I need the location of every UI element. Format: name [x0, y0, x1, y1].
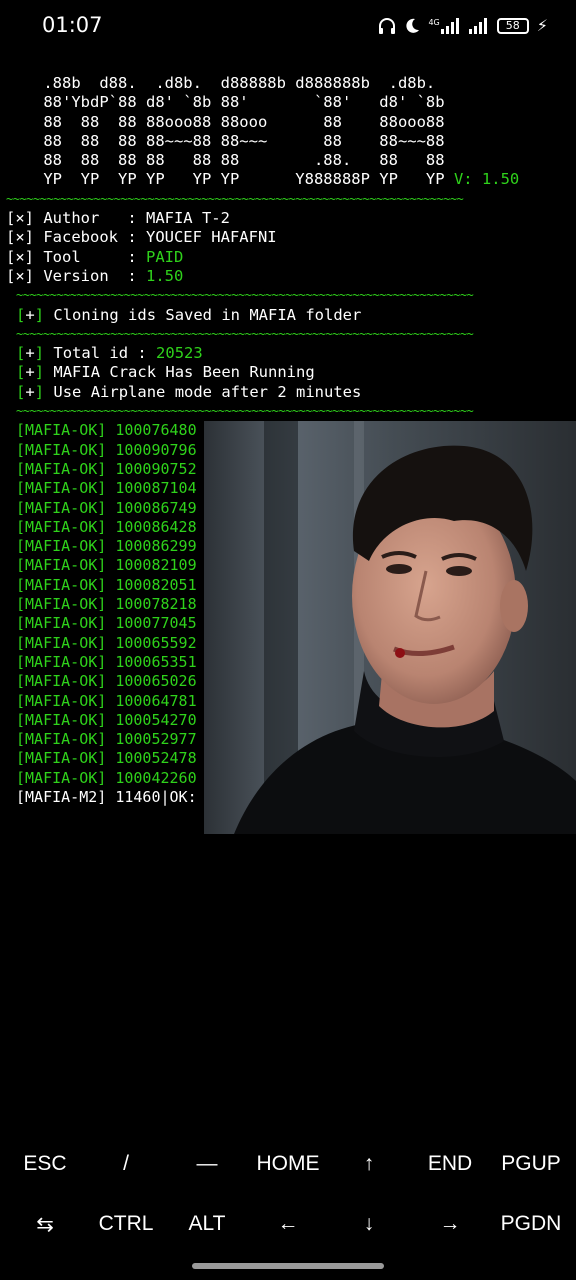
airplane-text: Use Airplane mode after 2 minutes [53, 382, 362, 401]
running-text: MAFIA Crack Has Been Running [53, 363, 315, 382]
status-bar: 01:07 4G 58 ⚡ [0, 0, 576, 52]
plus-sign: + [25, 344, 35, 363]
plus-sign: + [25, 305, 35, 324]
battery-icon: 58 [496, 18, 529, 34]
banner-line: 88 88 88 88ooo88 88ooo 88 88ooo88 [34, 112, 445, 131]
info-value: 1.50 [145, 266, 184, 285]
key-slash[interactable]: / [85, 1136, 167, 1192]
key-arrow-down[interactable]: ↓ [328, 1196, 410, 1252]
info-author: [×] Author : MAFIA T-2 [6, 209, 572, 228]
bracket: ] [34, 344, 45, 363]
total-label: Total id : [53, 344, 157, 363]
key-ctrl[interactable]: CTRL [85, 1196, 167, 1252]
separator: ~~~~~~~~~~~~~~~~~~~~~~~~~~~~~~~~~~~~~~~~… [6, 191, 464, 206]
info-value: PAID [145, 247, 184, 266]
status-time: 01:07 [42, 13, 103, 37]
key-end[interactable]: END [409, 1136, 491, 1192]
info-facebook: [×] Facebook : YOUCEF HAFAFNI [6, 228, 572, 247]
bracket: ] [34, 363, 45, 382]
key-arrow-up[interactable]: ↑ [328, 1136, 410, 1192]
bracket: [ [16, 363, 26, 382]
bracket: ] [34, 382, 45, 401]
bracket: [ [16, 305, 26, 324]
key-home[interactable]: HOME [247, 1136, 329, 1192]
charging-bolt-icon: ⚡ [536, 16, 548, 35]
portrait-image [204, 421, 576, 834]
separator: ~~~~~~~~~~~~~~~~~~~~~~~~~~~~~~~~~~~~~~~~… [16, 326, 474, 341]
info-key: [×] Author : [6, 209, 146, 228]
info-key: [×] Version : [6, 266, 146, 285]
info-key: [×] Facebook : [6, 228, 146, 247]
info-key: [×] Tool : [6, 247, 146, 266]
running-message: [+] MAFIA Crack Has Been Running [6, 363, 572, 382]
network-4g-icon: 4G [428, 18, 460, 34]
bracket: [ [16, 344, 26, 363]
total-value: 20523 [156, 344, 203, 363]
home-indicator[interactable] [192, 1263, 384, 1269]
moon-icon [404, 18, 420, 34]
airplane-message: [+] Use Airplane mode after 2 minutes [6, 383, 572, 402]
signal-icon [468, 18, 489, 34]
key-esc[interactable]: ESC [4, 1136, 86, 1192]
banner-line: YP YP YP YP YP YP Y888888P YP YP [34, 170, 454, 189]
key-arrow-left[interactable]: ← [247, 1196, 329, 1252]
key-alt[interactable]: ALT [166, 1196, 248, 1252]
info-value: YOUCEF HAFAFNI [145, 228, 277, 247]
saved-message: [+] Cloning ids Saved in MAFIA folder [6, 306, 572, 325]
info-tool: [×] Tool : PAID [6, 248, 572, 267]
banner-line: 88'YbdP`88 d8' `8b 88' `88' d8' `8b [34, 93, 445, 112]
separator: ~~~~~~~~~~~~~~~~~~~~~~~~~~~~~~~~~~~~~~~~… [16, 288, 474, 303]
banner-line: 88 88 88 88~~~88 88~~~ 88 88~~~88 [34, 131, 445, 150]
separator: ~~~~~~~~~~~~~~~~~~~~~~~~~~~~~~~~~~~~~~~~… [16, 404, 474, 419]
total-ids: [+] Total id : 20523 [6, 344, 572, 363]
info-version: [×] Version : 1.50 [6, 267, 572, 286]
extra-keys-bar: ESC / — HOME ↑ END PGUP ⇆ CTRL ALT ← ↓ →… [0, 1136, 576, 1260]
banner-line: 88 88 88 88 88 88 .88. 88 88 [34, 151, 445, 170]
key-pgup[interactable]: PGUP [490, 1136, 572, 1192]
ascii-banner: .88b d88. .d8b. d88888b d888888b .d8b. 8… [34, 74, 572, 190]
bracket: [ [16, 382, 26, 401]
status-icons: 4G 58 ⚡ [378, 14, 548, 38]
plus-sign: + [25, 382, 35, 401]
bracket: ] [34, 305, 45, 324]
banner-line: .88b d88. .d8b. d88888b d888888b .d8b. [34, 74, 445, 92]
network-type-label: 4G [428, 18, 440, 27]
key-tab[interactable]: ⇆ [4, 1196, 86, 1252]
version-tag: V: 1.50 [453, 170, 520, 189]
plus-sign: + [25, 363, 35, 382]
headphones-icon [378, 17, 396, 35]
saved-text: Cloning ids Saved in MAFIA folder [53, 305, 362, 324]
overlay-photo [204, 421, 576, 834]
key-pgdn[interactable]: PGDN [490, 1196, 572, 1252]
key-dash[interactable]: — [166, 1136, 248, 1192]
info-value: MAFIA T-2 [145, 209, 230, 228]
key-arrow-right[interactable]: → [409, 1196, 491, 1252]
